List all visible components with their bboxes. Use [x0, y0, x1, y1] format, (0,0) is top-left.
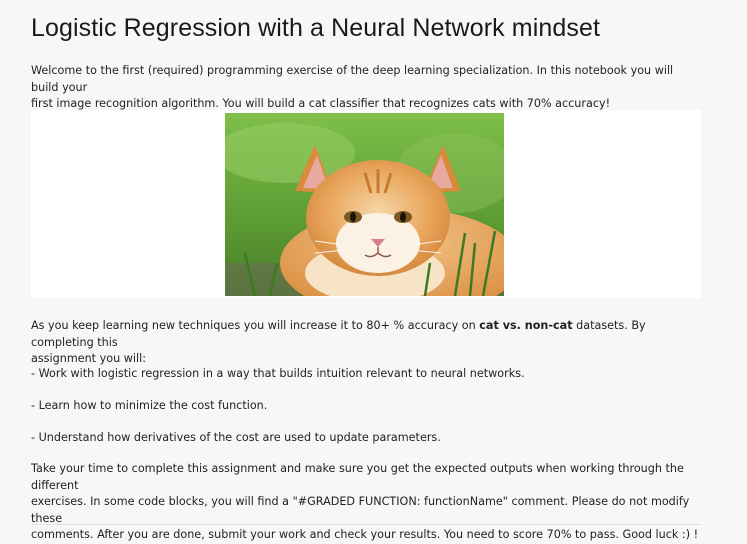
learning-text-bold: cat vs. non-cat — [479, 319, 573, 332]
intro-line-2: first image recognition algorithm. You w… — [31, 97, 611, 110]
closing-line-3: comments. After you are done, submit you… — [31, 528, 699, 541]
bullet-item-2: - Learn how to minimize the cost functio… — [31, 399, 268, 412]
cat-image-container — [31, 110, 701, 298]
learning-paragraph: As you keep learning new techniques you … — [31, 318, 703, 368]
closing-line-1: Take your time to complete this assignme… — [31, 462, 684, 492]
intro-line-1: Welcome to the first (required) programm… — [31, 64, 674, 94]
cat-image — [225, 113, 504, 296]
learning-line-2: assignment you will: — [31, 352, 146, 365]
closing-line-2: exercises. In some code blocks, you will… — [31, 495, 690, 525]
learning-text-pre: As you keep learning new techniques you … — [31, 319, 480, 332]
bullet-item-3: - Understand how derivatives of the cost… — [31, 431, 441, 444]
cat-illustration — [225, 113, 504, 296]
closing-paragraph: Take your time to complete this assignme… — [31, 461, 703, 544]
cell-divider — [31, 524, 701, 525]
intro-paragraph: Welcome to the first (required) programm… — [31, 63, 703, 113]
bullet-item-1: - Work with logistic regression in a way… — [31, 367, 525, 380]
notebook-title: Logistic Regression with a Neural Networ… — [31, 14, 601, 42]
